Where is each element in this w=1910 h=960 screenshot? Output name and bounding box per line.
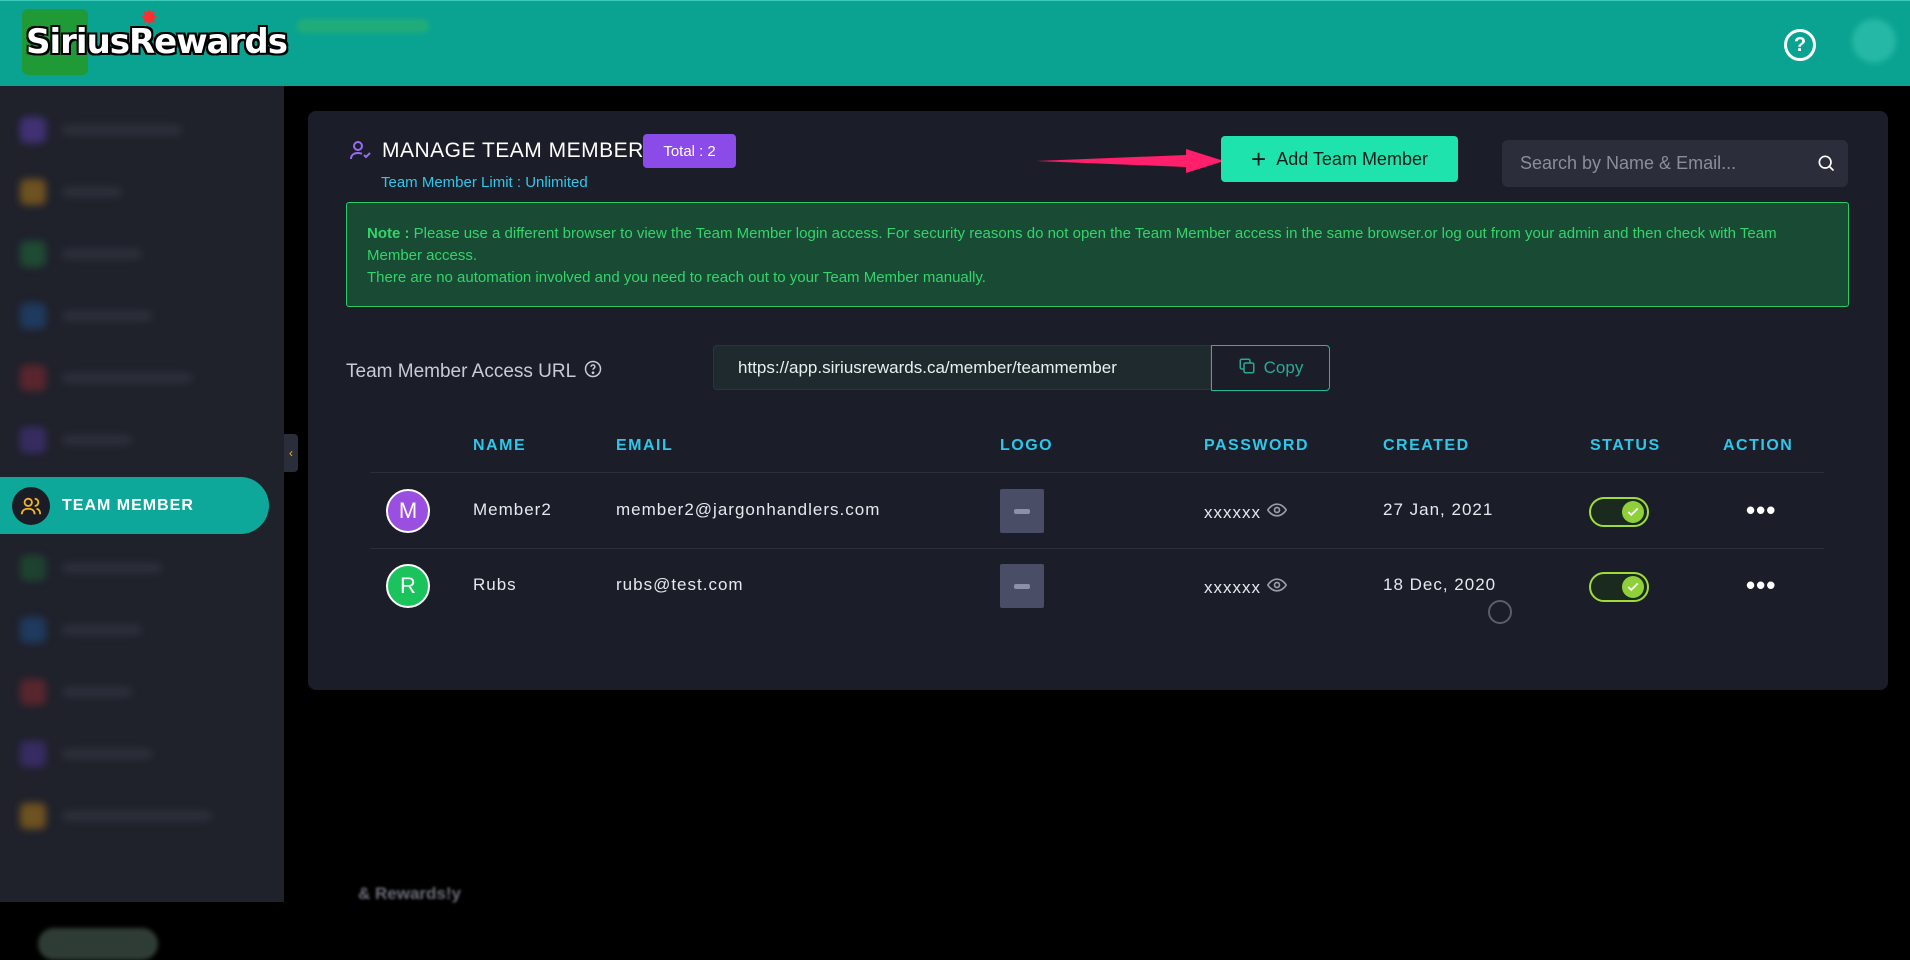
table-cell-password: xxxxxx [1204,575,1288,600]
table-divider [370,472,1824,473]
access-url-label: Team Member Access URL [346,360,602,384]
status-toggle[interactable] [1589,497,1649,527]
search-box [1502,140,1848,187]
table-cell-email: member2@jargonhandlers.com [616,500,881,519]
sidebar-item-blurred[interactable] [20,364,192,392]
sidebar-item-blurred[interactable] [20,178,122,206]
sidebar-item-team-member[interactable]: TEAM MEMBER [0,477,269,534]
access-url-field[interactable]: https://app.siriusrewards.ca/member/team… [713,345,1211,390]
total-badge: Total : 2 [643,134,736,168]
user-avatar[interactable] [1852,19,1896,63]
password-mask: xxxxxx [1204,577,1261,597]
sidebar-item-blurred[interactable] [20,554,162,582]
table-cell-created: 18 Dec, 2020 [1383,575,1497,594]
table-cell-name: Member2 [473,500,552,519]
column-header-action[interactable]: ACTION [1723,437,1793,455]
note-line-1: Please use a different browser to view t… [367,225,1777,264]
add-team-member-label: Add Team Member [1276,148,1428,169]
help-circle-icon[interactable] [584,360,602,384]
search-input[interactable] [1520,153,1810,174]
sidebar-item-blurred[interactable] [20,302,152,330]
copy-label: Copy [1263,358,1304,377]
copy-button[interactable]: Copy [1211,345,1330,391]
table-cell-password: xxxxxx [1204,500,1288,525]
add-team-member-button[interactable]: + Add Team Member [1221,136,1458,182]
page-title: MANAGE TEAM MEMBER [382,139,644,162]
sidebar-item-blurred[interactable] [20,240,142,268]
help-icon[interactable]: ? [1784,29,1816,61]
member-logo-thumbnail [1000,564,1044,608]
logo-star-icon: ✸ [140,5,159,30]
column-header-name[interactable]: NAME [473,437,526,455]
more-actions-icon[interactable]: ••• [1746,572,1776,598]
eye-icon[interactable] [1266,575,1288,600]
note-line-2: There are no automation involved and you… [367,269,986,286]
sidebar-item-blurred[interactable] [20,116,182,144]
note-label: Note : [367,225,410,242]
access-url-label-text: Team Member Access URL [346,361,577,382]
column-header-status[interactable]: STATUS [1590,437,1661,455]
chevron-left-icon: ‹ [289,446,293,460]
sidebar-item-label: TEAM MEMBER [62,496,194,514]
top-bar: SiriusRewards ✸ ? [0,0,1910,86]
team-member-limit: Team Member Limit : Unlimited [381,174,588,191]
sidebar-item-blurred[interactable] [20,802,212,830]
app-logo[interactable]: SiriusRewards ✸ [22,5,288,75]
column-header-email[interactable]: EMAIL [616,437,673,455]
avatar: R [386,564,430,608]
table-cell-created: 27 Jan, 2021 [1383,500,1494,519]
member-logo-thumbnail [1000,489,1044,533]
column-header-created[interactable]: CREATED [1383,437,1470,455]
sidebar-item-blurred[interactable] [20,678,132,706]
more-actions-icon[interactable]: ••• [1746,497,1776,523]
column-header-password[interactable]: PASSWORD [1204,437,1309,455]
eye-icon[interactable] [1266,500,1288,525]
sidebar-item-blurred[interactable] [20,740,152,768]
table-cell-name: Rubs [473,575,517,594]
users-icon [12,486,50,525]
total-label: Total : [663,142,704,160]
sidebar-item-blurred[interactable] [20,426,132,454]
check-icon [1622,576,1644,598]
column-header-logo[interactable]: LOGO [1000,437,1053,455]
main-panel [308,111,1888,690]
sidebar-collapse-toggle[interactable]: ‹ [284,434,298,472]
table-cell-email: rubs@test.com [616,575,744,594]
status-toggle[interactable] [1589,572,1649,602]
note-box: Note : Please use a different browser to… [346,202,1849,307]
user-check-icon [349,138,373,162]
search-icon[interactable] [1816,153,1836,178]
support-button[interactable] [38,928,158,960]
sidebar-item-blurred[interactable] [20,616,142,644]
check-icon [1622,501,1644,523]
password-mask: xxxxxx [1204,502,1261,522]
table-divider [370,548,1824,549]
total-value: 2 [707,142,716,160]
blurred-header-chip [297,19,429,33]
copy-icon [1238,357,1256,380]
avatar: M [386,489,430,533]
footer-blurred-text: & Rewards!y [358,884,461,903]
pointer-arrow-icon [1036,149,1224,173]
plus-icon: + [1251,144,1267,174]
mouse-cursor-indicator [1488,600,1512,624]
